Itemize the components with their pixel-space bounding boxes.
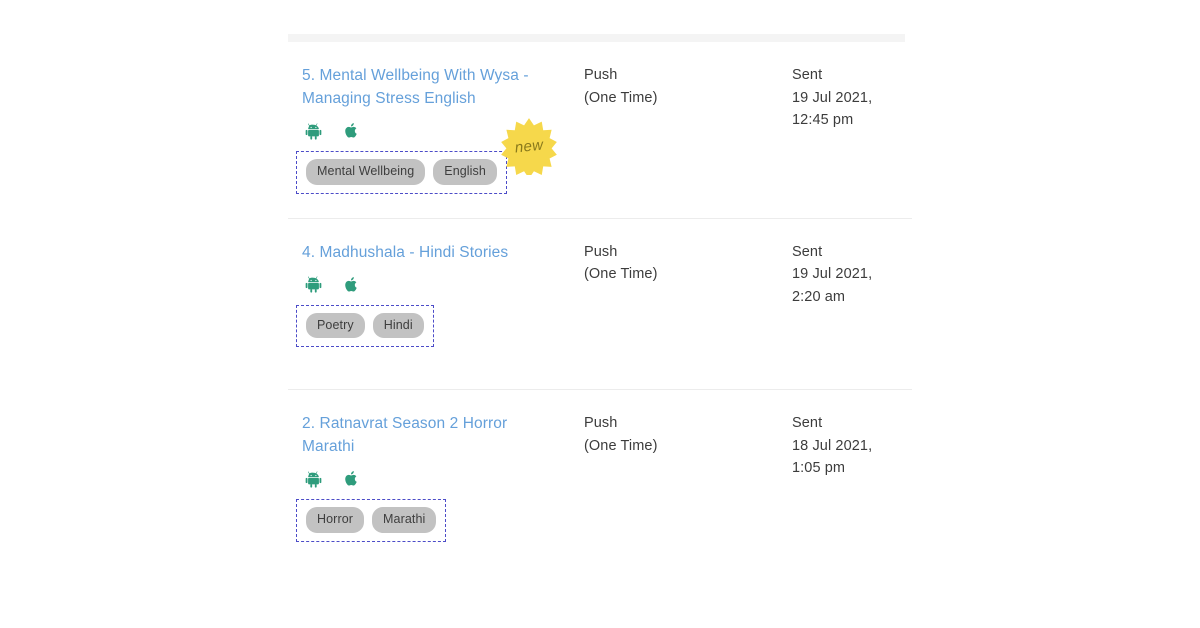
campaign-title-link[interactable]: 2. Ratnavrat Season 2 Horror Marathi	[302, 412, 554, 458]
android-icon	[304, 274, 323, 299]
sent-time: 1:05 pm	[792, 460, 846, 476]
table-row[interactable]: 2. Ratnavrat Season 2 Horror Marathi Hor…	[288, 389, 912, 542]
new-badge: new	[500, 117, 558, 179]
status-badge: Sent	[792, 243, 823, 260]
type-cell: Push (One Time)	[584, 219, 792, 286]
status-badge: Sent	[792, 415, 823, 431]
tag-chip[interactable]: Hindi	[372, 312, 424, 338]
status-cell: Sent 19 Jul 2021, 12:45 pm	[792, 42, 912, 132]
type-label: Push	[584, 67, 618, 83]
type-frequency: (One Time)	[584, 266, 658, 282]
campaign-cell: 4. Madhushala - Hindi Stories Poetry Hin…	[288, 219, 584, 347]
tag-chip[interactable]: Horror	[306, 507, 365, 533]
type-cell: Push (One Time)	[584, 42, 792, 109]
android-icon	[304, 469, 323, 494]
apple-icon	[342, 274, 360, 300]
status-cell: Sent 18 Jul 2021, 1:05 pm	[792, 390, 912, 480]
tag-chip[interactable]: English	[433, 159, 497, 185]
sent-date: 19 Jul 2021,	[792, 266, 873, 282]
campaign-table: 5. Mental Wellbeing With Wysa - Managing…	[288, 42, 912, 542]
tag-group[interactable]: Mental Wellbeing English	[296, 151, 507, 194]
apple-icon	[342, 468, 360, 494]
type-label: Push	[584, 415, 618, 431]
campaign-title-link[interactable]: 5. Mental Wellbeing With Wysa - Managing…	[302, 64, 554, 110]
campaign-title-link[interactable]: 4. Madhushala - Hindi Stories	[302, 241, 554, 264]
status-badge: Sent	[792, 67, 823, 83]
android-icon	[304, 121, 323, 146]
new-badge-label: new	[513, 136, 545, 156]
table-header-band	[288, 34, 905, 42]
platform-icons	[302, 470, 584, 492]
tag-chip[interactable]: Marathi	[372, 507, 437, 533]
sent-time: 12:45 pm	[792, 112, 854, 128]
table-row[interactable]: 5. Mental Wellbeing With Wysa - Managing…	[288, 42, 912, 194]
tag-group[interactable]: Horror Marathi	[296, 499, 447, 542]
tag-chip[interactable]: Mental Wellbeing	[306, 159, 426, 185]
campaign-cell: 2. Ratnavrat Season 2 Horror Marathi Hor…	[288, 390, 584, 542]
tag-group[interactable]: Poetry Hindi	[296, 304, 434, 347]
status-cell: Sent 19 Jul 2021, 2:20 am	[792, 219, 912, 309]
campaign-cell: 5. Mental Wellbeing With Wysa - Managing…	[288, 42, 584, 194]
campaign-list-page: 5. Mental Wellbeing With Wysa - Managing…	[0, 0, 1200, 628]
type-frequency: (One Time)	[584, 437, 658, 454]
type-frequency: (One Time)	[584, 89, 658, 106]
tag-chip[interactable]: Poetry	[306, 312, 365, 338]
table-row[interactable]: 4. Madhushala - Hindi Stories Poetry Hin…	[288, 217, 912, 347]
apple-icon	[342, 120, 360, 146]
platform-icons	[302, 276, 584, 298]
type-label: Push	[584, 243, 618, 260]
sent-time: 2:20 am	[792, 288, 846, 305]
sent-date: 18 Jul 2021,	[792, 437, 873, 454]
sent-date: 19 Jul 2021,	[792, 89, 873, 106]
type-cell: Push (One Time)	[584, 390, 792, 457]
